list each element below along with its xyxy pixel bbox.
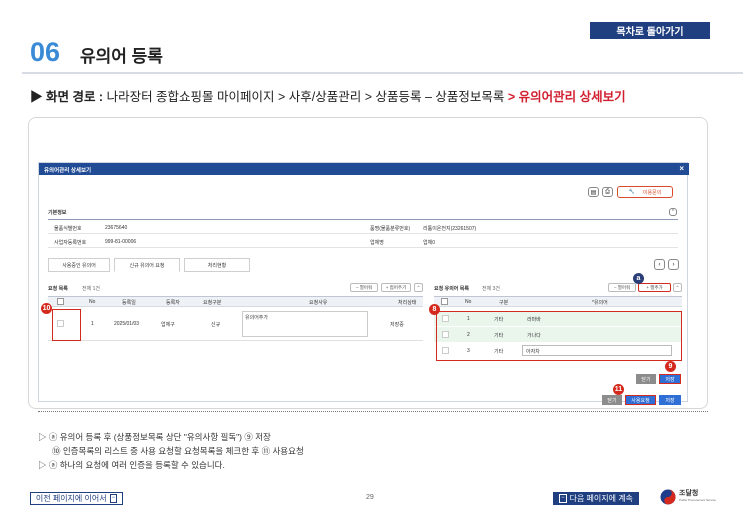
pps-logo: 조달청 Public Procurement Service bbox=[660, 489, 716, 505]
add-row-button[interactable]: + 행추가 bbox=[638, 283, 671, 292]
minus-box-icon: − bbox=[559, 494, 567, 503]
info-top-line bbox=[48, 219, 678, 220]
section-number: 06 bbox=[30, 37, 61, 67]
product-id-value: 23675640 bbox=[105, 225, 128, 231]
col-syn-type: 구분 bbox=[499, 300, 509, 306]
col-date: 등록일 bbox=[122, 300, 136, 306]
title-divider bbox=[22, 72, 743, 74]
badge-8: 8 bbox=[429, 304, 440, 315]
col-no: No bbox=[89, 299, 96, 305]
company-value: 업체0 bbox=[423, 240, 435, 246]
next-page-button[interactable]: − 다음 페이지에 계속 bbox=[553, 492, 639, 505]
use-request-button[interactable]: 사용요청 bbox=[625, 395, 656, 405]
select-all-checkbox[interactable] bbox=[57, 298, 64, 305]
row-type: 신규 bbox=[211, 322, 221, 328]
class-label: 품명(물품분류번호) bbox=[370, 226, 411, 232]
row-no: 1 bbox=[91, 321, 94, 327]
dotted-divider bbox=[38, 411, 708, 412]
modal-title: 유의어관리 상세보기 bbox=[44, 168, 92, 174]
product-id-label: 물품식별번호 bbox=[54, 226, 82, 232]
badge-10: 10 bbox=[41, 303, 52, 314]
note-line-3: ▷ ⓐ 하나의 요청에 여러 인증을 등록할 수 있습니다. bbox=[38, 460, 225, 470]
path-prefix: ▶ 화면 경로 : bbox=[30, 90, 107, 104]
request-expand-button[interactable]: + 접어주기 bbox=[381, 283, 411, 292]
col-reason: 요청사유 bbox=[309, 300, 328, 306]
collapse-icon[interactable]: ⌃ bbox=[669, 208, 677, 216]
close-button-2[interactable]: 닫기 bbox=[602, 395, 622, 405]
reason-textarea[interactable]: 유의어추가 bbox=[242, 311, 368, 337]
page-title: 유의어 등록 bbox=[80, 47, 163, 66]
tab-active-synonyms[interactable]: 사용중인 유의어 bbox=[48, 258, 110, 272]
reason-text: 유의어추가 bbox=[245, 315, 269, 321]
basic-info-label: 기본정보 bbox=[48, 210, 67, 216]
request-up-icon[interactable]: ⌃ bbox=[414, 283, 423, 292]
biz-no-label: 사업자등록번호 bbox=[54, 240, 87, 246]
taegeuk-icon bbox=[660, 489, 676, 505]
col-status: 처리상태 bbox=[398, 300, 417, 306]
info-row-line bbox=[48, 233, 678, 234]
screen-path: ▶ 화면 경로 : 나라장터 종합쇼핑몰 마이페이지 > 사후/상품관리 > 상… bbox=[30, 86, 626, 105]
row-date: 2025/01/03 bbox=[114, 321, 140, 327]
synonym-highlight bbox=[436, 311, 682, 361]
synonym-select-all-checkbox[interactable] bbox=[441, 298, 448, 305]
synonym-list-title: 요청 유의어 목록 bbox=[434, 286, 469, 292]
col-syn-word: *유의어 bbox=[592, 300, 608, 306]
chevron-left-icon[interactable]: ‹ bbox=[654, 259, 665, 270]
request-collapse-button[interactable]: − 열어줘 bbox=[350, 283, 378, 292]
badge-9: 9 bbox=[665, 361, 676, 372]
wrench-icon: 🔧 bbox=[628, 189, 635, 195]
note-line-1: ▷ ⓐ 유의어 등록 후 (상품정보목록 상단 "유의사항 필독") ⑨ 저장 bbox=[38, 432, 271, 442]
synonym-table-header: No 구분 *유의어 bbox=[434, 296, 682, 307]
inquiry-button[interactable]: 🔧 이용문의 bbox=[617, 186, 673, 198]
modal-header: 유의어관리 상세보기 × bbox=[39, 163, 689, 175]
page-number: 29 bbox=[366, 494, 374, 501]
path-highlight: > 유의어관리 상세보기 bbox=[507, 90, 626, 104]
note-line-2: ⑩ 인증목록의 리스트 중 사용 요청할 요청목록을 체크한 후 ⑪ 사용요청 bbox=[52, 446, 304, 456]
synonym-collapse-button[interactable]: − 열어줘 bbox=[608, 283, 636, 292]
col-type: 요청구분 bbox=[203, 300, 222, 306]
close-icon[interactable]: × bbox=[679, 164, 684, 173]
tab-new-request[interactable]: 신규 유의어 요청 bbox=[114, 258, 180, 272]
col-syn-no: No bbox=[465, 299, 472, 305]
request-table-header: No 등록일 등록자 요청구분 요청사유 처리상태 bbox=[48, 296, 423, 307]
instruction-notes: ▷ ⓐ 유의어 등록 후 (상품정보목록 상단 "유의사항 필독") ⑨ 저장 … bbox=[38, 430, 304, 472]
badge-11: 11 bbox=[613, 384, 624, 395]
excel-icon[interactable]: ▤ bbox=[588, 187, 599, 197]
save-button[interactable]: 저장 bbox=[659, 374, 681, 384]
request-list-count: 전체 1건 bbox=[82, 286, 100, 292]
back-to-toc-button[interactable]: 목차로 돌아가기 bbox=[590, 22, 710, 39]
company-label: 업체명 bbox=[370, 240, 384, 246]
logo-sub: Public Procurement Service bbox=[679, 498, 717, 502]
biz-no-value: 999-81-00006 bbox=[105, 239, 137, 245]
save-button-2[interactable]: 저장 bbox=[659, 395, 681, 405]
synonym-detail-modal: 유의어관리 상세보기 × ▤ ⎙ 🔧 이용문의 기본정보 ⌃ 물품식별번호 23… bbox=[38, 162, 689, 405]
print-icon[interactable]: ⎙ bbox=[602, 187, 613, 197]
prev-page-label: 이전 페이지에 이어서 bbox=[35, 494, 107, 503]
col-user: 등록자 bbox=[166, 300, 180, 306]
close-button[interactable]: 닫기 bbox=[636, 374, 656, 384]
synonym-list-count: 전체 3건 bbox=[482, 286, 500, 292]
logo-text: 조달청 bbox=[679, 490, 699, 497]
tab-status[interactable]: 처리현황 bbox=[184, 258, 250, 272]
minus-box-icon: − bbox=[109, 494, 118, 503]
next-page-label: 다음 페이지에 계속 bbox=[569, 494, 633, 503]
badge-a: a bbox=[633, 273, 644, 284]
path-route: 나라장터 종합쇼핑몰 마이페이지 > 사후/상품관리 > 상품등록 – 상품정보… bbox=[106, 90, 508, 104]
info-bottom-line bbox=[48, 247, 678, 248]
row-user: 업체구 bbox=[161, 322, 175, 328]
inquiry-label: 이용문의 bbox=[642, 189, 662, 196]
prev-page-button[interactable]: 이전 페이지에 이어서 − bbox=[30, 492, 123, 505]
row-status: 저장중 bbox=[390, 322, 404, 328]
request-list-title: 요청 목록 bbox=[48, 286, 68, 292]
checkbox-highlight bbox=[52, 309, 81, 341]
table-row[interactable]: 1 2025/01/03 업체구 신규 유의어추가 저장중 bbox=[48, 307, 423, 341]
synonym-up-icon[interactable]: ⌃ bbox=[673, 283, 682, 292]
class-value: 리튬이온전지(23261507) bbox=[423, 226, 477, 232]
chevron-right-icon[interactable]: › bbox=[668, 259, 679, 270]
